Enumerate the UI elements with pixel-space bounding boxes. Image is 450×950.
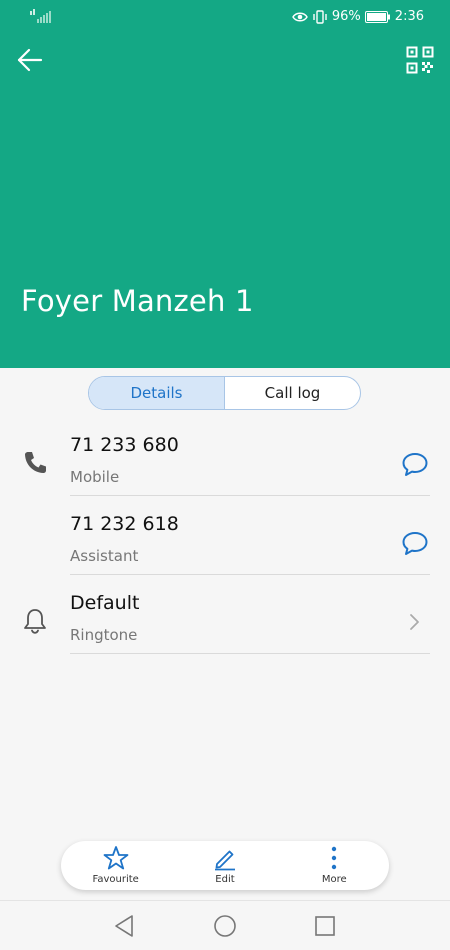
more-label: More — [321, 874, 347, 885]
phone-number: 71 233 680 — [70, 434, 179, 456]
ringtone-value: Default — [70, 592, 140, 614]
nav-back-icon[interactable] — [112, 913, 138, 939]
bottom-action-bar: Favourite Edit More — [61, 841, 389, 890]
phone-type: Assistant — [70, 547, 139, 565]
qr-code-icon[interactable] — [406, 46, 434, 74]
edit-label: Edit — [215, 874, 235, 885]
vibrate-icon — [313, 10, 327, 24]
favourite-label: Favourite — [92, 874, 139, 885]
message-icon[interactable] — [400, 528, 430, 558]
divider — [70, 653, 430, 654]
battery-percent: 96% — [331, 9, 361, 24]
nav-recents-icon[interactable] — [312, 913, 338, 939]
status-bar: 96% 2:36 — [0, 0, 450, 34]
battery-icon — [364, 11, 390, 23]
clock: 2:36 — [394, 9, 424, 24]
phone-number: 71 232 618 — [70, 513, 179, 535]
detail-tabs: Details Call log — [88, 376, 361, 410]
nav-home-icon[interactable] — [212, 913, 238, 939]
more-button[interactable]: More — [280, 841, 389, 890]
phone-type: Mobile — [70, 468, 120, 486]
favourite-button[interactable]: Favourite — [61, 841, 170, 890]
pencil-icon — [214, 850, 235, 871]
divider — [70, 574, 430, 575]
ringtone-label: Ringtone — [70, 626, 138, 644]
star-icon — [103, 846, 129, 870]
bell-icon — [24, 609, 46, 634]
edit-button[interactable]: Edit — [170, 841, 279, 890]
contact-header: 96% 2:36 Foyer Manzeh 1 — [0, 0, 450, 368]
system-nav-bar — [0, 900, 450, 950]
tab-call-log[interactable]: Call log — [225, 377, 360, 409]
divider — [70, 495, 430, 496]
eye-icon — [292, 12, 308, 22]
contact-name: Foyer Manzeh 1 — [21, 284, 254, 318]
phone-icon — [25, 452, 46, 473]
tab-details[interactable]: Details — [89, 377, 225, 409]
message-icon[interactable] — [400, 449, 430, 479]
chevron-right-icon — [410, 614, 419, 630]
ringtone-row[interactable]: Default Ringtone — [0, 584, 450, 662]
signal-icon — [30, 9, 51, 23]
back-arrow-icon[interactable] — [14, 44, 46, 76]
more-vertical-icon — [332, 846, 337, 870]
phone-row-assistant[interactable]: 71 232 618 Assistant — [0, 505, 450, 583]
phone-row-mobile[interactable]: 71 233 680 Mobile — [0, 426, 450, 504]
